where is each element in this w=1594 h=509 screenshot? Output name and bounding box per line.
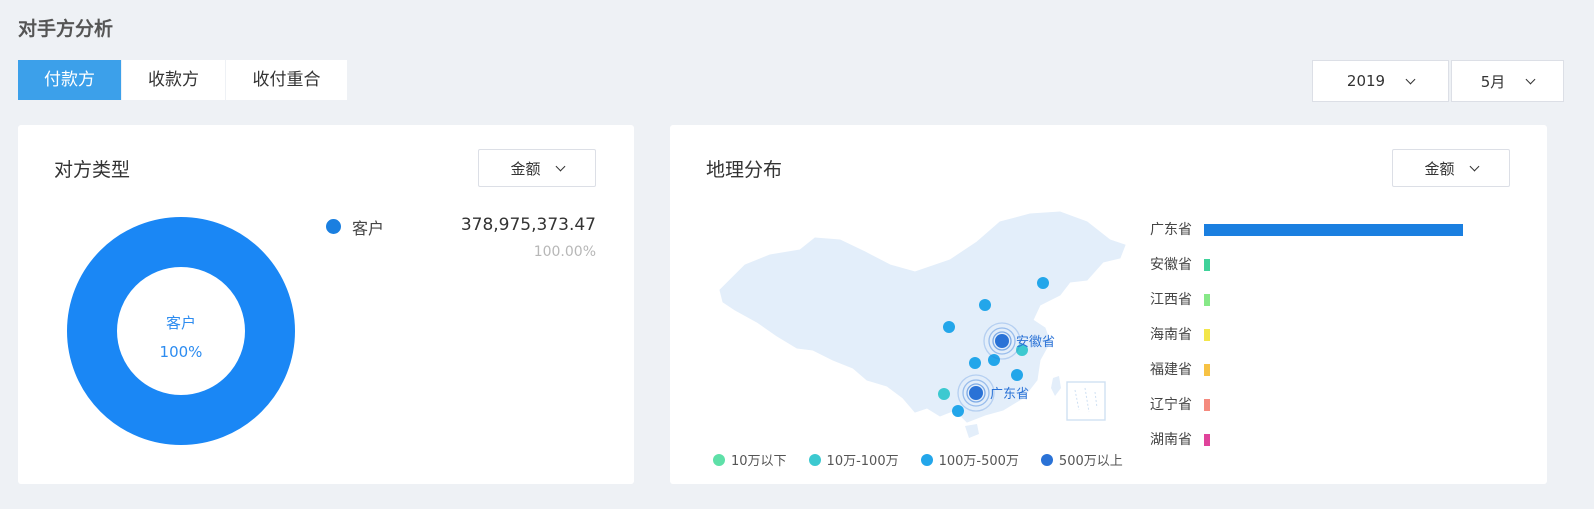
map-marker[interactable] — [988, 354, 1000, 366]
legend-color-dot — [326, 219, 341, 234]
map-legend-item[interactable]: 10万以下 — [713, 450, 787, 469]
date-filters: 2019 5月 — [1312, 60, 1564, 102]
hainan-outline — [965, 424, 979, 438]
year-select[interactable]: 2019 — [1312, 60, 1449, 102]
metric-select[interactable]: 金额 — [478, 149, 596, 187]
map-marker[interactable] — [1037, 277, 1049, 289]
legend-color-dot — [1040, 453, 1053, 466]
legend-value: 378,975,373.47 — [460, 215, 596, 235]
province-bar-row[interactable]: 江西省 — [1150, 290, 1470, 310]
map-marker[interactable] — [969, 357, 981, 369]
map-legend-item[interactable]: 10万-100万 — [808, 450, 899, 469]
month-select[interactable]: 5月 — [1451, 60, 1564, 102]
china-outline — [719, 211, 1126, 423]
province-name: 安徽省 — [1150, 257, 1192, 273]
province-name: 海南省 — [1150, 327, 1192, 343]
card-title: 对方类型 — [54, 159, 131, 181]
map-legend-item[interactable]: 100万-500万 — [920, 450, 1019, 469]
province-name: 湖南省 — [1150, 432, 1192, 448]
province-bar — [1204, 259, 1210, 271]
map-province-label: 安徽省 — [1016, 334, 1055, 349]
province-bar — [1204, 224, 1463, 236]
map-legend-label: 10万-100万 — [826, 454, 899, 469]
map-legend: 10万以下 10万-100万 100万-500万 500万以上 — [713, 450, 1123, 469]
province-bar — [1204, 329, 1210, 341]
province-bar — [1204, 434, 1210, 446]
counterparty-type-card: 对方类型 金额 客户 100% 客户 378,975,373.47 100.00… — [18, 125, 634, 484]
donut-center-percent: 100% — [159, 343, 203, 361]
legend-color-dot — [920, 453, 933, 466]
map-marker[interactable] — [938, 388, 950, 400]
map-hub-marker[interactable] — [969, 386, 983, 400]
province-bar-row[interactable]: 海南省 — [1150, 325, 1470, 345]
province-bar-row[interactable]: 辽宁省 — [1150, 395, 1470, 415]
chevron-down-icon — [1525, 74, 1536, 84]
map-province-label: 广东省 — [990, 386, 1029, 401]
month-value: 5月 — [1480, 72, 1506, 91]
province-bar-row[interactable]: 福建省 — [1150, 360, 1470, 380]
geo-distribution-card: 地理分布 金额 安徽省 广东省 10万以下 10万-100万 100万-500万 500… — [670, 125, 1547, 484]
province-name: 广东省 — [1150, 222, 1192, 238]
map-marker[interactable] — [952, 405, 964, 417]
china-map[interactable]: 安徽省广东省 — [715, 210, 1135, 450]
chevron-down-icon — [1405, 74, 1416, 84]
map-hub-marker[interactable] — [995, 334, 1009, 348]
south-sea-inset — [1066, 381, 1106, 421]
legend-name: 客户 — [352, 219, 385, 238]
south-sea-islands — [1074, 387, 1098, 413]
chevron-down-icon — [555, 161, 565, 171]
year-value: 2019 — [1346, 72, 1386, 90]
legend-color-dot — [808, 453, 821, 466]
map-marker[interactable] — [943, 321, 955, 333]
province-bar-row[interactable]: 安徽省 — [1150, 255, 1470, 275]
province-bar — [1204, 364, 1210, 376]
map-legend-label: 10万以下 — [731, 454, 787, 469]
map-marker[interactable] — [979, 299, 991, 311]
province-name: 福建省 — [1150, 362, 1192, 378]
chevron-down-icon — [1469, 161, 1479, 171]
province-name: 辽宁省 — [1150, 397, 1192, 413]
map-legend-label: 500万以上 — [1058, 454, 1123, 469]
tab-overlap[interactable]: 收付重合 — [226, 60, 347, 100]
province-name: 江西省 — [1150, 292, 1192, 308]
legend-color-dot — [713, 453, 725, 466]
taiwan-outline — [1051, 376, 1061, 396]
metric-select-value: 金额 — [510, 159, 541, 178]
tab-payer[interactable]: 付款方 — [18, 60, 122, 100]
card-title: 地理分布 — [706, 159, 783, 181]
map-marker[interactable] — [1011, 369, 1023, 381]
tab-payee[interactable]: 收款方 — [122, 60, 226, 100]
legend-percent: 100.00% — [533, 244, 596, 260]
map-legend-label: 100万-500万 — [938, 454, 1019, 469]
donut-center-name: 客户 — [165, 314, 196, 332]
province-bar — [1204, 294, 1210, 306]
province-bar — [1204, 399, 1210, 411]
province-bar-row[interactable]: 广东省 — [1150, 220, 1470, 240]
metric-select-value: 金额 — [1424, 159, 1455, 178]
map-legend-item[interactable]: 500万以上 — [1040, 450, 1123, 469]
metric-select[interactable]: 金额 — [1392, 149, 1510, 187]
province-bar-row[interactable]: 湖南省 — [1150, 430, 1470, 450]
page-title: 对手方分析 — [18, 18, 114, 40]
tab-bar: 付款方 收款方 收付重合 — [18, 60, 347, 100]
